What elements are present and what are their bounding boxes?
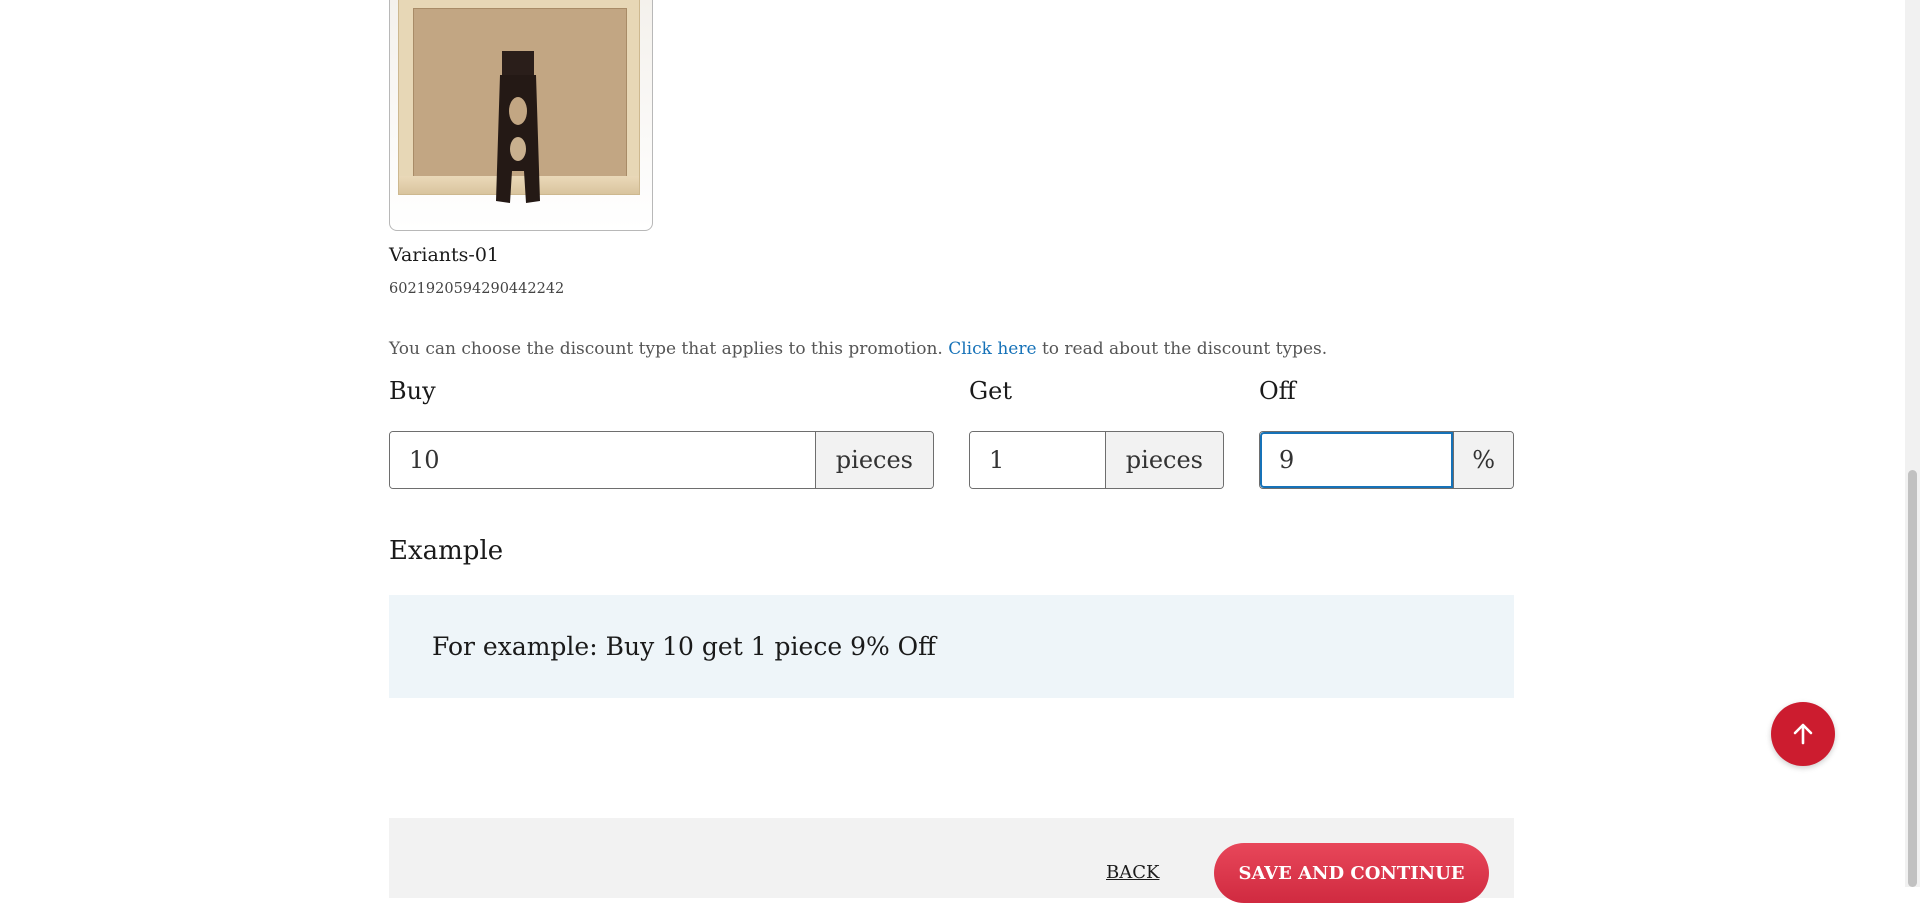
save-and-continue-button[interactable]: SAVE AND CONTINUE bbox=[1214, 843, 1489, 903]
discount-types-link[interactable]: Click here bbox=[948, 339, 1036, 359]
save-and-continue-label: SAVE AND CONTINUE bbox=[1238, 863, 1465, 884]
get-label: Get bbox=[969, 377, 1013, 405]
get-quantity-group: 1 pieces bbox=[969, 431, 1224, 489]
variant-name: Variants-01 bbox=[389, 244, 500, 266]
discount-info-text: You can choose the discount type that ap… bbox=[389, 339, 1327, 359]
arrow-up-icon bbox=[1793, 723, 1813, 745]
scrollbar-thumb[interactable] bbox=[1908, 470, 1917, 887]
scrollbar-track[interactable] bbox=[1905, 0, 1920, 887]
buy-label: Buy bbox=[389, 377, 436, 405]
buy-quantity-group: 10 pieces bbox=[389, 431, 934, 489]
off-percent-input[interactable]: 9 bbox=[1260, 432, 1454, 488]
get-unit-suffix: pieces bbox=[1104, 432, 1223, 488]
info-text-before: You can choose the discount type that ap… bbox=[389, 339, 943, 359]
product-image bbox=[389, 0, 653, 231]
buy-quantity-input[interactable]: 10 bbox=[390, 432, 815, 488]
easel-stand-graphic bbox=[496, 51, 540, 203]
get-quantity-input[interactable]: 1 bbox=[970, 432, 1105, 488]
back-button[interactable]: BACK bbox=[1106, 862, 1159, 883]
variant-sku: 6021920594290442242 bbox=[389, 281, 565, 297]
info-text-after: to read about the discount types. bbox=[1041, 339, 1328, 359]
buy-unit-suffix: pieces bbox=[814, 432, 933, 488]
example-text: For example: Buy 10 get 1 piece 9% Off bbox=[432, 632, 936, 661]
off-percent-group: 9 % bbox=[1259, 431, 1514, 489]
off-percent-suffix: % bbox=[1453, 432, 1513, 488]
example-heading: Example bbox=[389, 536, 504, 566]
scroll-to-top-button[interactable] bbox=[1771, 702, 1835, 766]
off-label: Off bbox=[1259, 377, 1296, 405]
example-box: For example: Buy 10 get 1 piece 9% Off bbox=[389, 595, 1514, 698]
